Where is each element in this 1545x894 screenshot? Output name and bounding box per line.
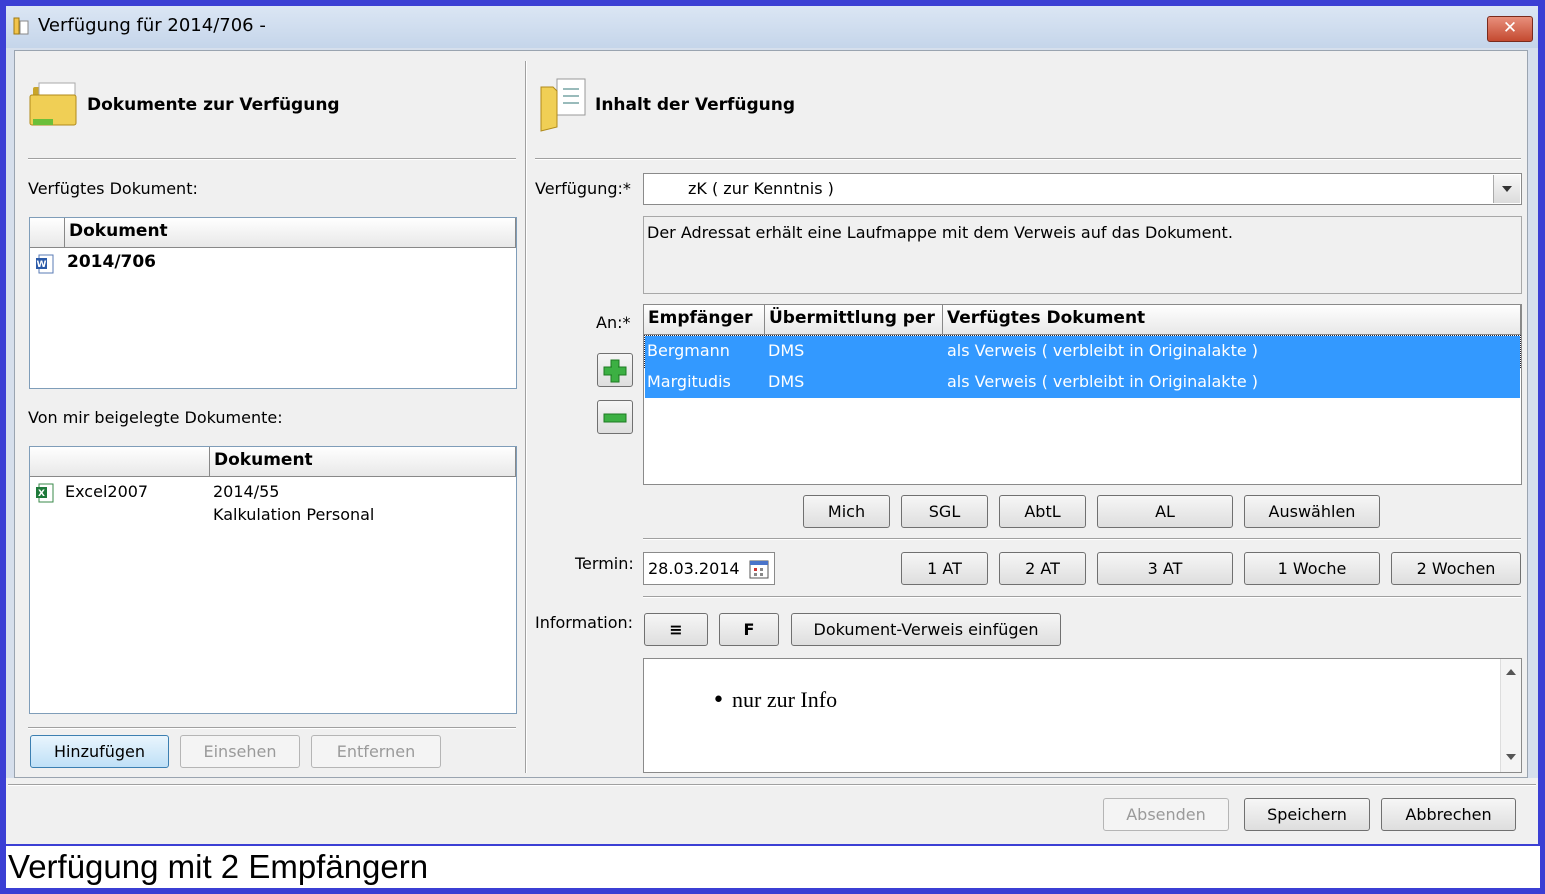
column-header-empfaenger[interactable]: Empfänger: [644, 305, 765, 335]
right-panel-title: Inhalt der Verfügung: [595, 95, 796, 115]
termin-label: Termin:: [575, 554, 634, 573]
attachment-description: Kalkulation Personal: [213, 505, 375, 524]
termin-2wochen-button[interactable]: 2 Wochen: [1391, 552, 1521, 585]
recipient-document: als Verweis ( verbleibt in Originalakte …: [947, 372, 1259, 391]
column-header-dokument[interactable]: Dokument: [210, 447, 516, 477]
separator: [535, 158, 1521, 160]
separator: [28, 727, 516, 729]
add-recipient-button[interactable]: [597, 353, 633, 387]
separator: [643, 538, 1521, 540]
table-row[interactable]: W 2014/706: [30, 250, 516, 278]
information-text: nur zur Info: [732, 687, 838, 712]
panel-divider: [525, 61, 527, 773]
recipient-auswaehlen-button[interactable]: Auswählen: [1244, 495, 1380, 528]
information-editor[interactable]: • nur zur Info: [643, 658, 1522, 773]
attachment-name: Excel2007: [65, 482, 149, 501]
recipient-name: Bergmann: [647, 341, 730, 360]
title-bar: Verfügung für 2014/706 - ✕: [6, 6, 1538, 48]
recipient-via: DMS: [768, 372, 805, 391]
svg-text:W: W: [37, 260, 47, 270]
separator: [643, 596, 1521, 598]
table-row[interactable]: X Excel2007 2014/55 Kalkulation Personal: [30, 479, 516, 529]
recipient-mich-button[interactable]: Mich: [803, 495, 890, 528]
separator: [8, 784, 1536, 786]
view-document-button[interactable]: Einsehen: [180, 735, 300, 768]
dropdown-button[interactable]: [1493, 175, 1520, 203]
folder-content-icon: [540, 78, 586, 132]
bullet-icon: •: [712, 688, 725, 713]
recipient-document: als Verweis ( verbleibt in Originalakte …: [947, 341, 1259, 360]
verfuegtes-dokument-table[interactable]: Dokument W 2014/706: [29, 217, 517, 389]
svg-text:X: X: [38, 489, 45, 499]
table-header-blank: [30, 447, 210, 477]
recipient-name: Margitudis: [647, 372, 731, 391]
information-label: Information:: [535, 613, 634, 632]
table-row[interactable]: Bergmann DMS als Verweis ( verbleibt in …: [644, 335, 1521, 368]
close-icon: ✕: [1502, 18, 1518, 38]
recipient-sgl-button[interactable]: SGL: [901, 495, 988, 528]
termin-1at-button[interactable]: 1 AT: [901, 552, 988, 585]
scroll-up-icon[interactable]: [1506, 669, 1516, 675]
dialog-footer: Absenden Speichern Abbrechen: [6, 778, 1538, 844]
document-app-icon: [13, 17, 29, 35]
column-header-verfuegtes-dokument[interactable]: Verfügtes Dokument: [943, 305, 1521, 335]
chevron-down-icon: [1502, 186, 1512, 192]
bold-button[interactable]: F: [719, 613, 779, 646]
window-title: Verfügung für 2014/706 -: [38, 15, 266, 36]
termin-3at-button[interactable]: 3 AT: [1097, 552, 1233, 585]
minus-icon: [603, 413, 627, 423]
image-caption: Verfügung mit 2 Empfängern: [6, 846, 1540, 888]
termin-2at-button[interactable]: 2 AT: [999, 552, 1086, 585]
recipient-al-button[interactable]: AL: [1097, 495, 1233, 528]
dialog-client: Dokumente zur Verfügung Verfügtes Dokume…: [14, 50, 1528, 778]
remove-document-button[interactable]: Entfernen: [311, 735, 441, 768]
termin-date-field[interactable]: 28.03.2014: [643, 552, 775, 585]
termin-date-value: 28.03.2014: [648, 559, 740, 578]
recipients-table[interactable]: Empfänger Übermittlung per Verfügtes Dok…: [643, 304, 1522, 485]
verfuegung-label: Verfügung:*: [535, 179, 631, 198]
column-header-uebermittlung[interactable]: Übermittlung per: [765, 305, 943, 335]
editor-scrollbar[interactable]: [1500, 659, 1521, 772]
termin-1woche-button[interactable]: 1 Woche: [1244, 552, 1380, 585]
attachment-number: 2014/55: [213, 482, 280, 501]
save-button[interactable]: Speichern: [1244, 798, 1370, 831]
beigelegte-dokumente-label: Von mir beigelegte Dokumente:: [28, 408, 283, 427]
verfuegung-description: Der Adressat erhält eine Laufmappe mit d…: [643, 216, 1522, 294]
cancel-button[interactable]: Abbrechen: [1381, 798, 1516, 831]
separator: [28, 158, 516, 160]
left-panel-title: Dokumente zur Verfügung: [87, 95, 340, 115]
dialog-window: Verfügung für 2014/706 - ✕ Dokumente zur…: [6, 6, 1538, 844]
scroll-down-icon[interactable]: [1506, 754, 1516, 760]
remove-recipient-button[interactable]: [597, 400, 633, 434]
table-header-blank: [30, 218, 65, 248]
insert-document-reference-button[interactable]: Dokument-Verweis einfügen: [791, 613, 1061, 646]
an-label: An:*: [596, 313, 631, 332]
verfuegung-selected-value: zK ( zur Kenntnis ): [688, 179, 834, 198]
bullet-list-button[interactable]: ≡: [644, 613, 708, 646]
description-text: Der Adressat erhält eine Laufmappe mit d…: [647, 223, 1233, 242]
recipient-abtl-button[interactable]: AbtL: [999, 495, 1086, 528]
table-row[interactable]: Margitudis DMS als Verweis ( verbleibt i…: [645, 367, 1520, 398]
column-header-dokument[interactable]: Dokument: [65, 218, 516, 248]
beigelegte-dokumente-table[interactable]: Dokument X Excel2007 2014/55 Kalkulation…: [29, 446, 517, 714]
document-number: 2014/706: [67, 252, 157, 272]
plus-icon: [603, 359, 627, 383]
word-document-icon: W: [36, 254, 54, 274]
add-document-button[interactable]: Hinzufügen: [30, 735, 169, 768]
send-button[interactable]: Absenden: [1103, 798, 1229, 831]
verfuegung-select[interactable]: zK ( zur Kenntnis ): [643, 173, 1522, 205]
verfuegtes-dokument-label: Verfügtes Dokument:: [28, 179, 198, 198]
folder-documents-icon: [29, 82, 77, 126]
excel-document-icon: X: [36, 483, 54, 503]
calendar-icon[interactable]: [749, 559, 769, 579]
recipient-via: DMS: [768, 341, 805, 360]
close-button[interactable]: ✕: [1487, 16, 1533, 42]
